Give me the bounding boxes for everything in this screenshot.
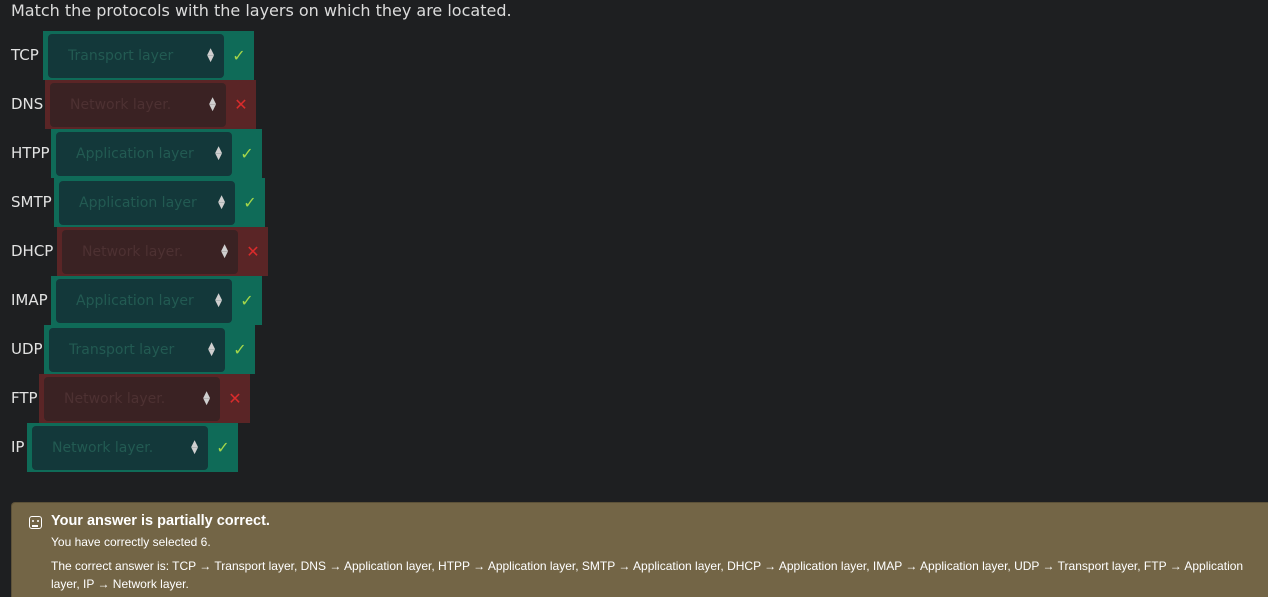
layer-select[interactable]: Application layer ▲ ▼ bbox=[56, 131, 232, 176]
select-arrows-icon: ▲ ▼ bbox=[208, 340, 215, 358]
neutral-face-mouth bbox=[32, 525, 38, 527]
select-value: Network layer. bbox=[64, 390, 166, 407]
answer-box: Application layer ▲ ▼ ✓ bbox=[51, 129, 262, 178]
feedback-title: Your answer is partially correct. bbox=[51, 513, 270, 529]
answer-box: Network layer. ▲ ▼ ✕ bbox=[45, 80, 256, 129]
select-arrows-icon: ▲ ▼ bbox=[218, 193, 225, 211]
protocol-label: SMTP bbox=[11, 193, 52, 211]
cross-icon: ✕ bbox=[234, 95, 248, 114]
select-value: Application layer bbox=[79, 194, 197, 211]
select-arrows-icon: ▲ ▼ bbox=[203, 389, 210, 407]
match-row-htpp: HTPP Application layer ▲ ▼ ✓ bbox=[11, 129, 262, 178]
neutral-face-icon bbox=[29, 516, 42, 529]
select-arrows-icon: ▲ ▼ bbox=[207, 46, 214, 64]
select-value: Network layer. bbox=[52, 439, 154, 456]
select-arrows-icon: ▲ ▼ bbox=[215, 291, 222, 309]
answer-box: Transport layer ▲ ▼ ✓ bbox=[44, 325, 255, 374]
check-icon: ✓ bbox=[243, 193, 257, 212]
cross-icon: ✕ bbox=[228, 389, 242, 408]
select-value: Transport layer bbox=[68, 47, 174, 64]
answer-box: Network layer. ▲ ▼ ✓ bbox=[27, 423, 238, 472]
check-icon: ✓ bbox=[216, 438, 230, 457]
protocol-label: FTP bbox=[11, 389, 38, 407]
answer-box: Network layer. ▲ ▼ ✕ bbox=[57, 227, 268, 276]
select-value: Network layer. bbox=[82, 243, 184, 260]
match-row-dns: DNS Network layer. ▲ ▼ ✕ bbox=[11, 80, 256, 129]
match-row-ip: IP Network layer. ▲ ▼ ✓ bbox=[11, 423, 238, 472]
layer-select[interactable]: Application layer ▲ ▼ bbox=[56, 278, 232, 323]
layer-select[interactable]: Network layer. ▲ ▼ bbox=[50, 82, 226, 127]
answer-box: Network layer. ▲ ▼ ✕ bbox=[39, 374, 250, 423]
feedback-correct-answer: The correct answer is: TCP → Transport l… bbox=[51, 559, 1244, 591]
protocol-label: DHCP bbox=[11, 242, 54, 260]
select-arrows-icon: ▲ ▼ bbox=[209, 95, 216, 113]
protocol-label: TCP bbox=[11, 46, 39, 64]
protocol-label: IP bbox=[11, 438, 25, 456]
layer-select[interactable]: Transport layer ▲ ▼ bbox=[49, 327, 225, 372]
match-row-dhcp: DHCP Network layer. ▲ ▼ ✕ bbox=[11, 227, 268, 276]
layer-select[interactable]: Network layer. ▲ ▼ bbox=[44, 376, 220, 421]
layer-select[interactable]: Network layer. ▲ ▼ bbox=[62, 229, 238, 274]
cross-icon: ✕ bbox=[246, 242, 260, 261]
layer-select[interactable]: Network layer. ▲ ▼ bbox=[32, 425, 208, 470]
answer-box: Application layer ▲ ▼ ✓ bbox=[51, 276, 262, 325]
match-row-tcp: TCP Transport layer ▲ ▼ ✓ bbox=[11, 31, 254, 80]
check-icon: ✓ bbox=[233, 340, 247, 359]
layer-select[interactable]: Transport layer ▲ ▼ bbox=[48, 33, 224, 78]
match-row-smtp: SMTP Application layer ▲ ▼ ✓ bbox=[11, 178, 265, 227]
layer-select[interactable]: Application layer ▲ ▼ bbox=[59, 180, 235, 225]
check-icon: ✓ bbox=[240, 291, 254, 310]
answer-box: Application layer ▲ ▼ ✓ bbox=[54, 178, 265, 227]
select-arrows-icon: ▲ ▼ bbox=[215, 144, 222, 162]
answer-box: Transport layer ▲ ▼ ✓ bbox=[43, 31, 254, 80]
check-icon: ✓ bbox=[232, 46, 246, 65]
match-row-ftp: FTP Network layer. ▲ ▼ ✕ bbox=[11, 374, 250, 423]
protocol-label: IMAP bbox=[11, 291, 48, 309]
protocol-label: DNS bbox=[11, 95, 44, 113]
select-value: Application layer bbox=[76, 145, 194, 162]
select-value: Transport layer bbox=[69, 341, 175, 358]
feedback-selected-count: You have correctly selected 6. bbox=[51, 535, 211, 549]
match-row-imap: IMAP Application layer ▲ ▼ ✓ bbox=[11, 276, 262, 325]
question-text: Match the protocols with the layers on w… bbox=[11, 1, 512, 20]
match-row-udp: UDP Transport layer ▲ ▼ ✓ bbox=[11, 325, 255, 374]
protocol-label: HTPP bbox=[11, 144, 50, 162]
protocol-label: UDP bbox=[11, 340, 43, 358]
select-arrows-icon: ▲ ▼ bbox=[221, 242, 228, 260]
feedback-panel: Your answer is partially correct. You ha… bbox=[11, 502, 1268, 597]
check-icon: ✓ bbox=[240, 144, 254, 163]
select-arrows-icon: ▲ ▼ bbox=[191, 438, 198, 456]
select-value: Application layer bbox=[76, 292, 194, 309]
select-value: Network layer. bbox=[70, 96, 172, 113]
